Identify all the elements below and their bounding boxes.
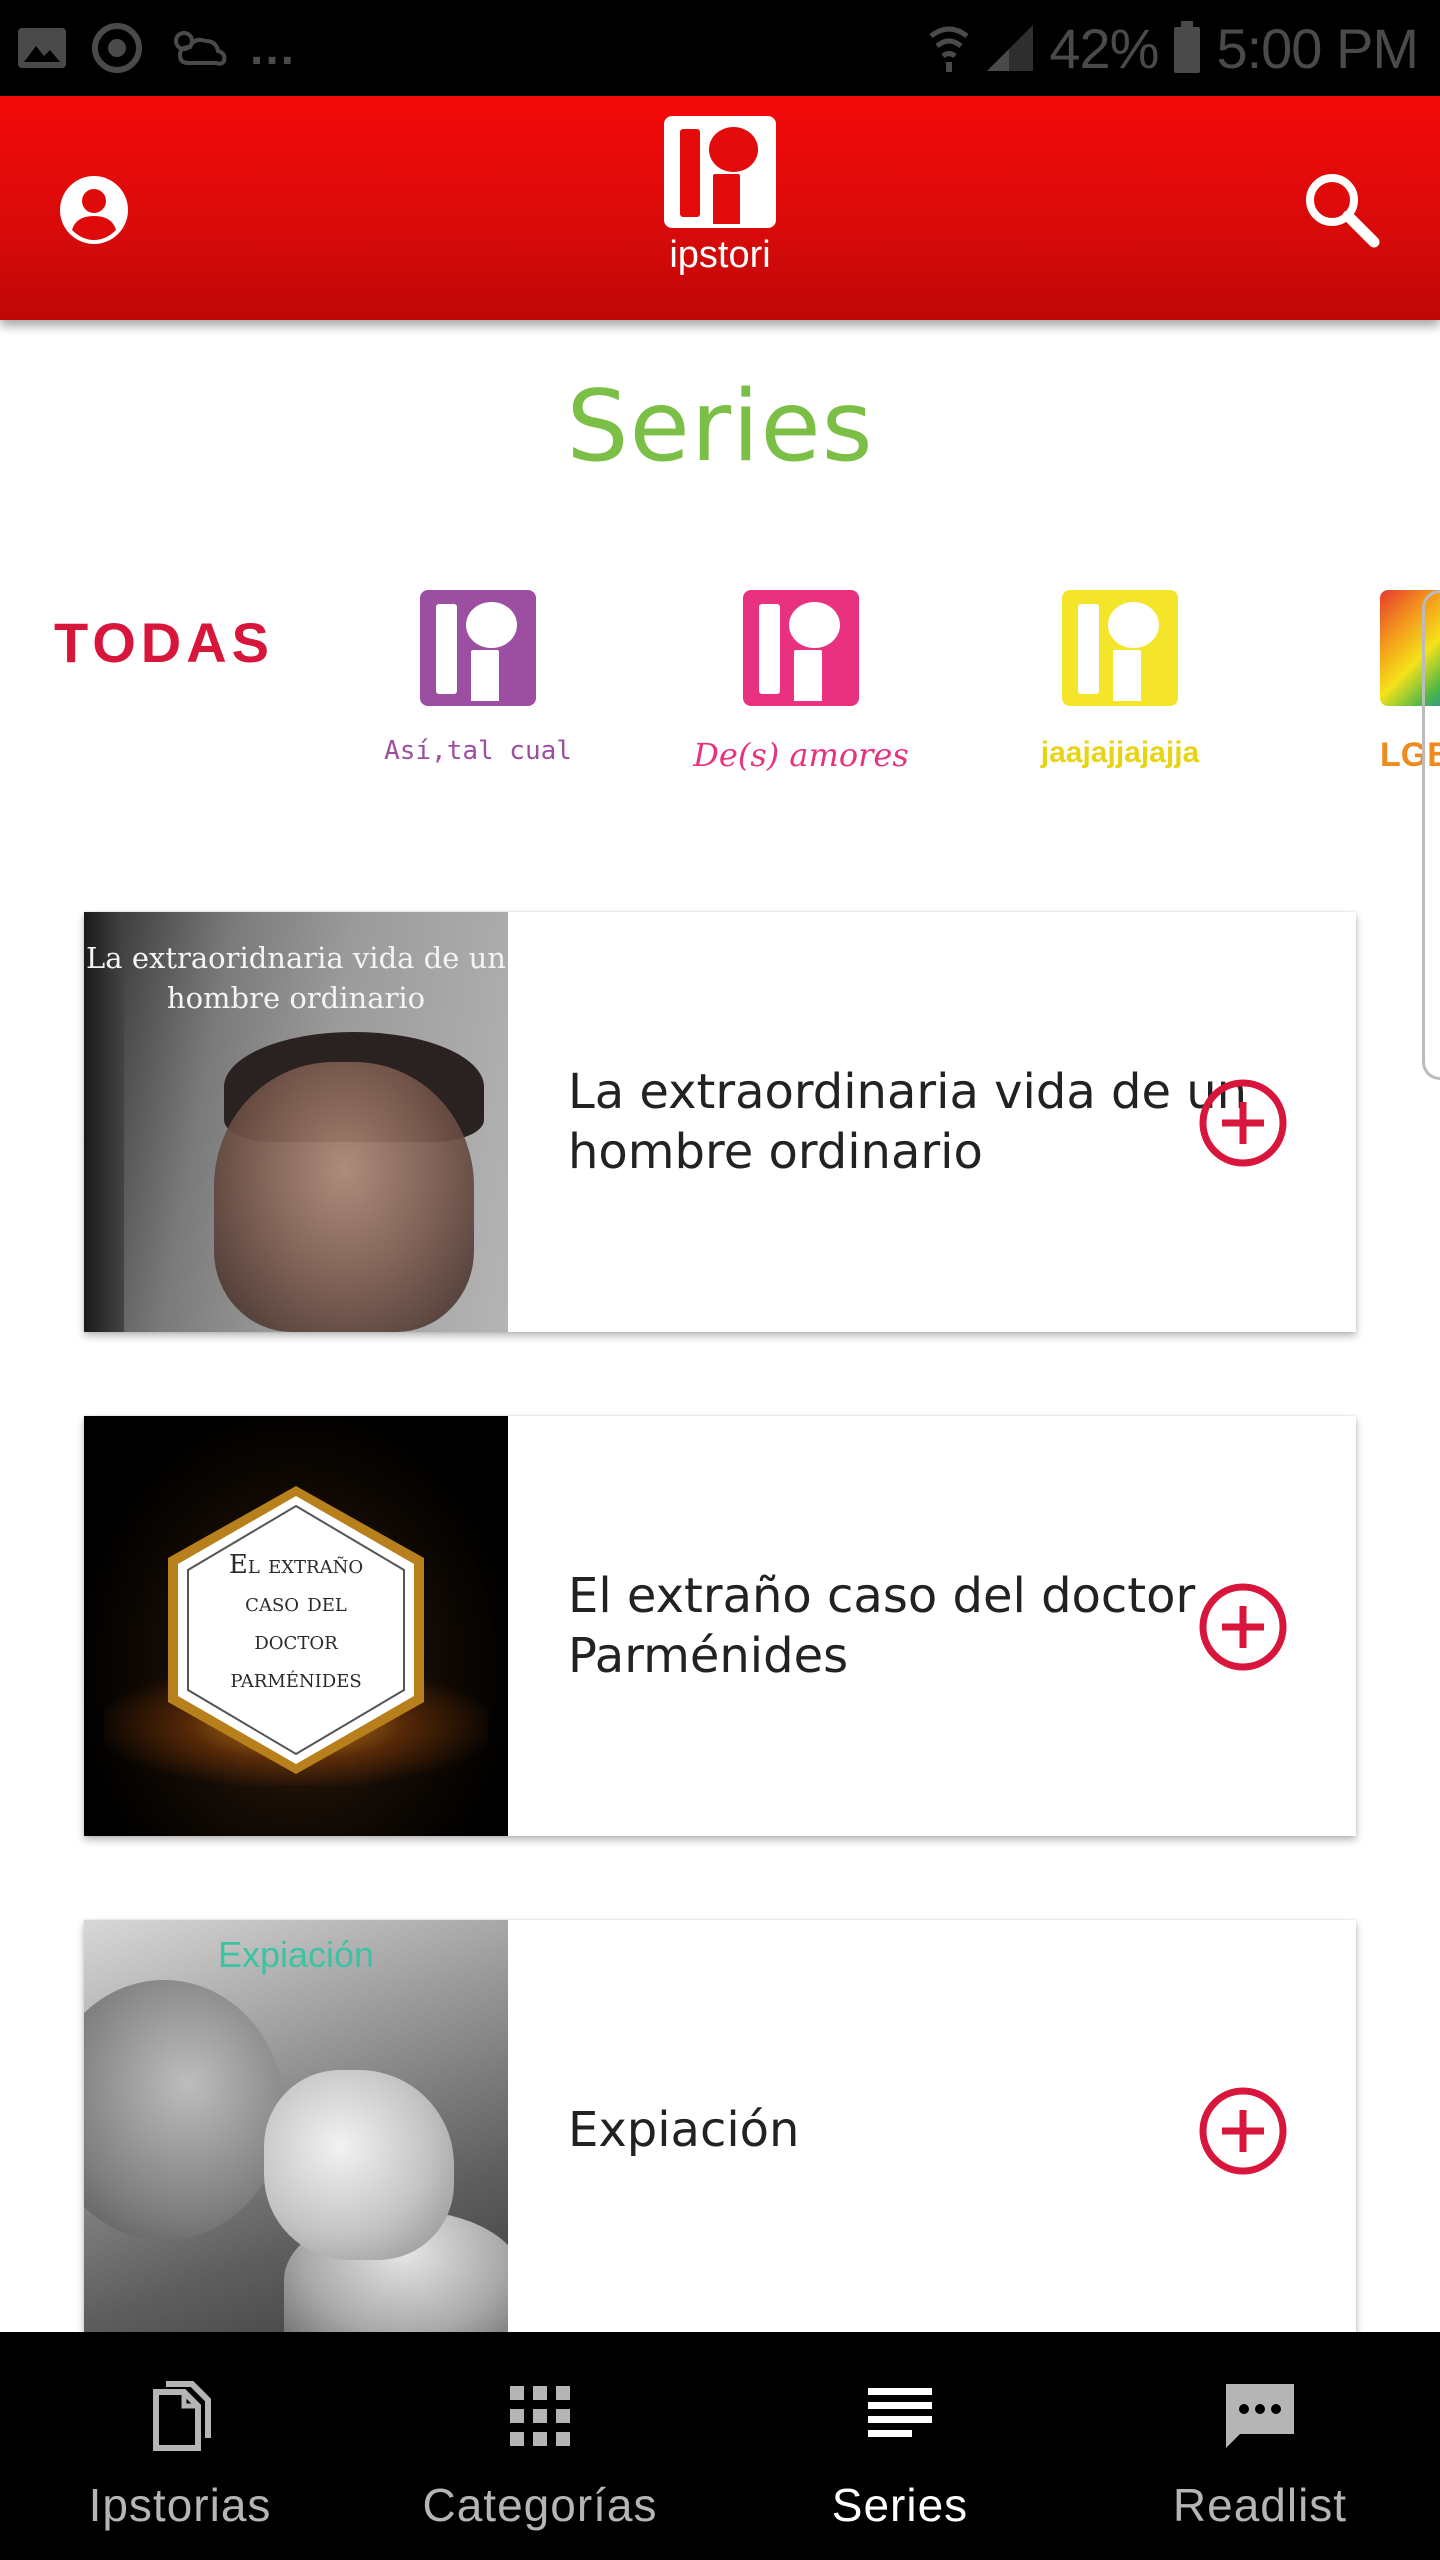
bottom-navigation: Ipstorias Categorías Series Readlist [0,2332,1440,2560]
plus-circle-icon [1199,2087,1287,2175]
app-header: ipstori [0,96,1440,320]
status-left: ... [16,20,296,76]
signal-icon [987,25,1034,71]
document-icon [153,2381,211,2451]
page-title: Series [566,370,874,484]
category-label: De(s) amores [693,736,909,774]
status-right: 42% 5:00 PM [927,17,1419,80]
category-label: Así,tal cual [384,736,572,766]
status-time: 5:00 PM [1216,16,1419,80]
nav-label: Series [831,2479,969,2531]
nav-label: Categorías [422,2479,658,2531]
gallery-icon [18,28,66,68]
nav-series[interactable]: Series [720,2332,1080,2560]
app-logo: ipstori [662,116,778,296]
category-label: jaajajjajajja [1040,736,1200,769]
category-logo-icon [743,590,859,706]
series-card[interactable]: Expiación Expiación [84,1920,1356,2340]
nav-readlist[interactable]: Readlist [1080,2332,1440,2560]
add-series-button[interactable] [1198,1078,1288,1168]
search-button[interactable] [1298,166,1382,250]
cover-title-text: El extraño caso del doctor parménides [228,1550,364,1694]
plus-circle-icon [1199,1079,1287,1167]
battery-percent: 42% [1049,16,1159,80]
status-bar: ... 42% 5:00 PM [0,0,1440,96]
category-asi-tal-cual[interactable]: Así,tal cual [358,590,598,790]
series-card[interactable]: La extraoridnaria vida de un hombre ordi… [84,912,1356,1332]
status-more-dots: ... [250,21,297,75]
series-card[interactable]: El extraño caso del doctor parménides El… [84,1416,1356,1836]
sync-icon [92,23,142,73]
nav-label: Readlist [1172,2479,1348,2531]
add-series-button[interactable] [1198,1582,1288,1672]
category-des-amores[interactable]: De(s) amores [681,590,921,790]
account-icon [60,176,128,244]
series-title: Expiación [568,2102,800,2158]
cover-title-text: La extraoridnaria vida de un hombre ordi… [86,941,506,1015]
category-all-tab[interactable]: TODAS [54,610,274,675]
nav-ipstorias[interactable]: Ipstorias [0,2332,360,2560]
nav-categorias[interactable]: Categorías [360,2332,720,2560]
wifi-icon [929,26,969,72]
list-icon [868,2388,932,2437]
battery-icon [1174,21,1201,73]
grid-icon [510,2386,570,2446]
nav-label: Ipstorias [88,2479,272,2531]
series-title: La extraordinaria vida de un hombre ordi… [568,1064,1248,1180]
plus-circle-icon [1199,1583,1287,1671]
search-icon [1306,174,1380,248]
series-cover-image: El extraño caso del doctor parménides [84,1416,508,1836]
add-series-button[interactable] [1198,2086,1288,2176]
series-cover-image: La extraoridnaria vida de un hombre ordi… [84,912,508,1332]
category-jaajajjajajja[interactable]: jaajajjajajja [1000,590,1240,790]
series-cover-image: Expiación [84,1920,508,2340]
logo-text: ipstori [669,234,771,276]
weather-icon [174,31,227,66]
edge-panel-handle[interactable] [1422,590,1440,1080]
cover-title-text: Expiación [217,1934,375,1975]
profile-button[interactable] [56,172,132,248]
category-logo-icon [1062,590,1178,706]
category-logo-icon [420,590,536,706]
category-strip[interactable]: TODAS Así,tal cual De(s) amores jaajajja… [0,580,1440,800]
chat-icon [1226,2384,1294,2448]
logo-mark-icon [664,116,776,228]
series-title: El extraño caso del doctor Parménides [568,1568,1196,1684]
